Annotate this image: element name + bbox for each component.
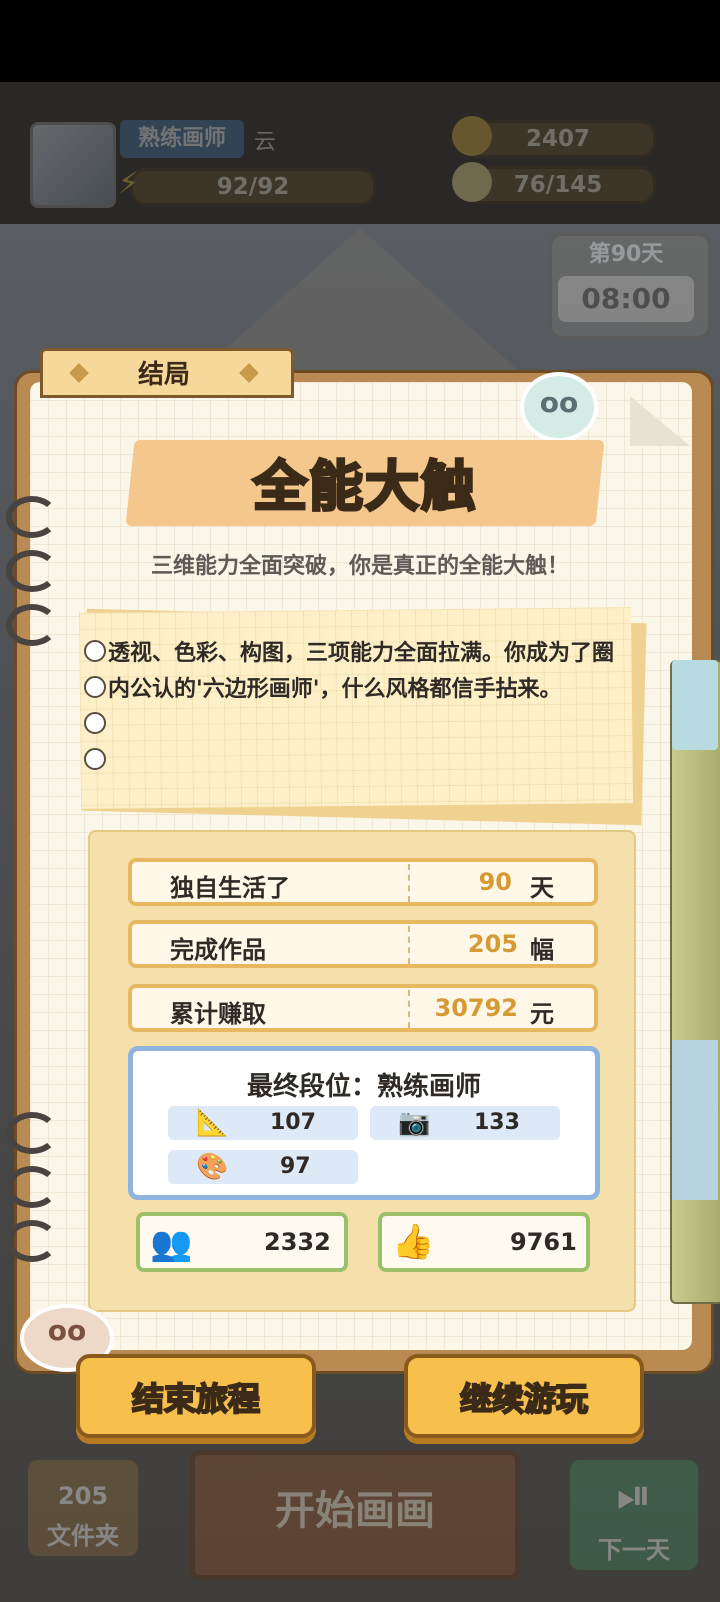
fans-value: 2332 (264, 1228, 331, 1256)
skill-value: 107 (270, 1110, 316, 1135)
binder-ring-icon (6, 1112, 58, 1154)
fans-icon: 👥 (150, 1224, 193, 1264)
binder-ring-icon (6, 496, 58, 538)
rank-badge: 熟练画师 (120, 120, 244, 158)
player-name: 云 (254, 130, 277, 155)
calendar-time: 08:00 (558, 276, 694, 322)
coin-icon (452, 116, 492, 156)
thumbs-up-icon: 👍 (392, 1222, 435, 1262)
ending-title: 全能大触 (252, 454, 477, 520)
binder-ring-icon (6, 1166, 58, 1208)
stat-value: 30792 (434, 994, 519, 1022)
energy-bar: 92/92 (130, 168, 376, 206)
skill-value: 133 (474, 1110, 520, 1135)
likes-value: 9761 (510, 1228, 577, 1256)
note-hole-icon (84, 676, 106, 698)
end-journey-label: 结束旅程 (131, 1379, 261, 1419)
stat-label: 独自生活了 (170, 874, 290, 902)
ending-tab-label: 结局 (137, 360, 190, 390)
palette-icon: 🎨 (196, 1152, 229, 1182)
status-bar-area (0, 0, 720, 82)
pencil-cap (672, 660, 718, 750)
stat-value: 205 (467, 930, 518, 958)
ending-subtitle: 三维能力全面突破，你是真正的全能大触！ (150, 554, 569, 579)
stat-label: 完成作品 (170, 936, 266, 964)
pencil-grip (672, 1040, 718, 1200)
avatar[interactable] (30, 122, 116, 208)
stat-value: 90 (478, 868, 512, 896)
lightning-icon: ⚡ (118, 166, 140, 201)
note-hole-icon (84, 640, 106, 662)
mascot-eyes-icon: oo (47, 1314, 87, 1347)
folder-label: 文件夹 (47, 1522, 119, 1550)
skip-forward-icon: ⏯ (616, 1470, 652, 1521)
stat-unit: 幅 (530, 936, 554, 964)
start-drawing-label: 开始画画 (275, 1488, 435, 1534)
binder-ring-icon (6, 1220, 58, 1262)
mascot-eyes-icon: oo (539, 386, 579, 419)
binder-ring-icon (6, 604, 58, 646)
ending-description: 透视、色彩、构图，三项能力全面拉满。你成为了圈内公认的'六边形画师'，什么风格都… (108, 641, 615, 702)
final-rank-label: 最终段位：熟练画师 (246, 1072, 481, 1102)
camera-icon: 📷 (398, 1108, 431, 1138)
note-hole-icon (84, 712, 106, 734)
ruler-icon: 📐 (196, 1108, 229, 1138)
stat-label: 累计赚取 (170, 1000, 266, 1028)
next-day-label: 下一天 (598, 1536, 670, 1564)
stat-unit: 元 (530, 1000, 554, 1028)
folder-count: 205 (57, 1482, 109, 1510)
note-hole-icon (84, 748, 106, 770)
calendar-day: 第90天 (588, 242, 664, 267)
stat-unit: 天 (530, 874, 554, 902)
continue-playing-label: 继续游玩 (459, 1379, 589, 1419)
skill-value: 97 (280, 1154, 311, 1179)
lightbulb-icon (452, 162, 492, 202)
pencil-decoration (670, 660, 720, 1304)
